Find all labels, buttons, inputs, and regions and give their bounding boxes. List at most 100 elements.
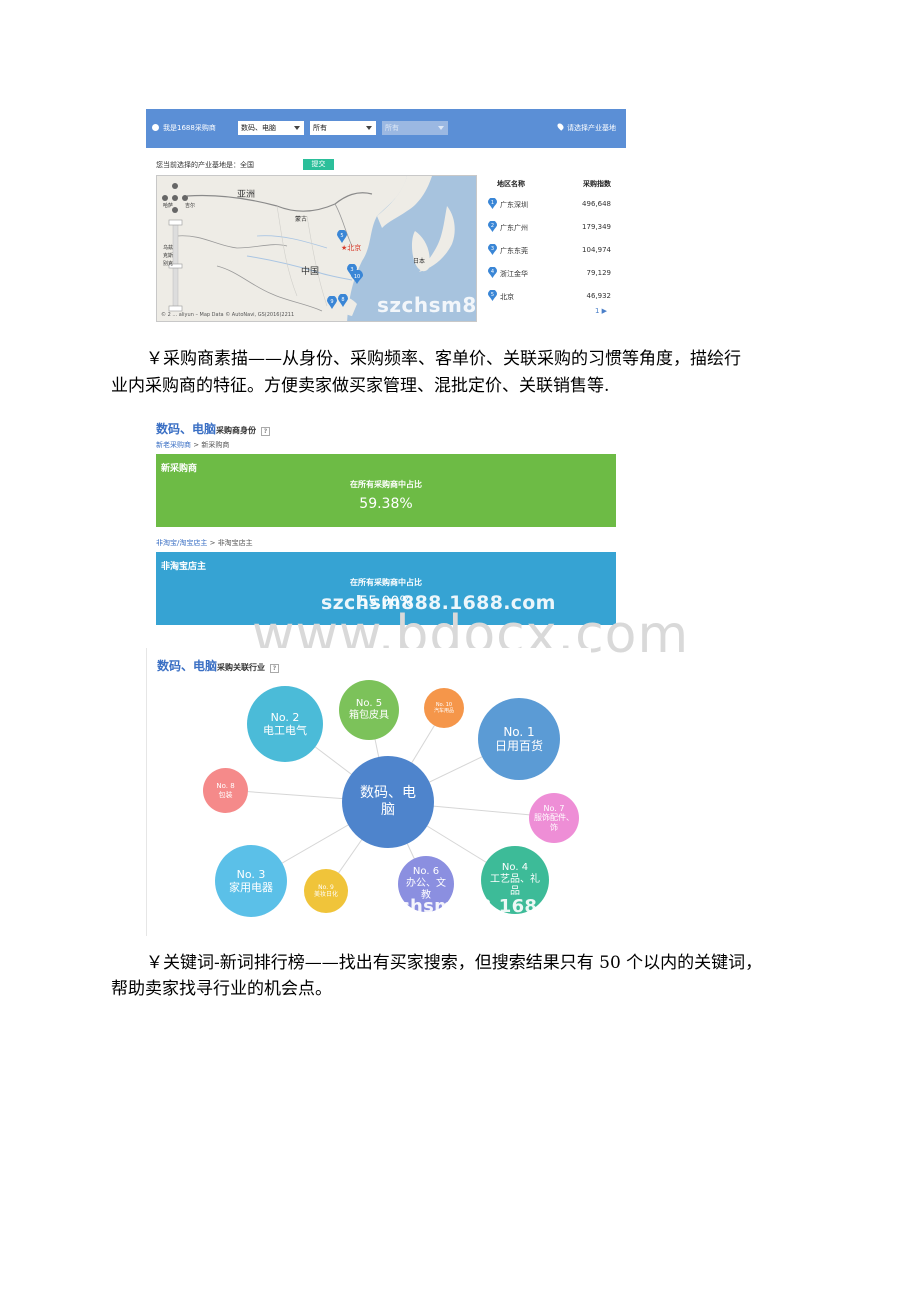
buyer-label: 我是1688采购商 (163, 124, 216, 132)
location-pin-icon: 5 (488, 290, 497, 301)
rank-no: 5 (491, 292, 494, 298)
industry-bubble[interactable]: No. 9 美妆日化 (304, 869, 348, 913)
rank-header-index: 采购指数 (583, 180, 611, 188)
industry-bubble[interactable]: No. 3 家用电器 (215, 845, 287, 917)
map-label-left5: 别克 (163, 261, 174, 267)
industry-bubble[interactable]: No. 1 日用百货 (478, 698, 560, 780)
industry-bubble[interactable]: No. 7 服饰配件、饰 (529, 793, 579, 843)
rank-no: 4 (491, 269, 494, 275)
current-region-label: 您当前选择的产业基地是：全国 (156, 161, 254, 169)
pager[interactable]: 1 ▶ (595, 307, 607, 315)
map-label-left3: 乌兹 (163, 245, 174, 251)
rank-value: 79,129 (586, 269, 612, 277)
bubble-rank: No. 8 (216, 782, 235, 791)
rank-region: 广东广州 (500, 224, 528, 232)
related-industries-panel: 数码、电脑采购关联行业? 数码、电脑 No. 1 日用百货 No. 2 电工电气 N… (146, 648, 591, 936)
choose-region-link[interactable]: 请选择产业基地 (556, 122, 616, 133)
industry-bubble[interactable]: No. 10 汽车用品 (424, 688, 464, 728)
center-bubble[interactable]: 数码、电脑 (342, 756, 434, 848)
choose-region-label: 请选择产业基地 (567, 124, 616, 132)
bubble-name: 日用百货 (494, 739, 543, 753)
bubble-rank: No. 1 (503, 724, 535, 739)
subcategory-select-value: 所有 (313, 124, 327, 132)
location-pin-icon: 2 (488, 221, 497, 232)
map-label-asia: 亚洲 (237, 190, 256, 200)
rank-region: 广东深圳 (500, 201, 528, 209)
breadcrumb: 新老采购商 > 新采购商 (156, 440, 229, 450)
bubble-name: 汽车用品 (433, 708, 454, 714)
submit-button[interactable]: 提交 (303, 159, 334, 170)
bubble-name: 家用电器 (229, 881, 273, 894)
map-marker-pin-icon[interactable]: 5 (337, 230, 347, 243)
rank-row[interactable]: 5 北京 46,932 (487, 290, 617, 304)
stat-value: 59.38% (359, 496, 413, 512)
map-label-left2: 吉尔 (185, 203, 196, 209)
chevron-down-icon (438, 126, 444, 130)
rank-region: 广东东莞 (500, 247, 528, 255)
bubble-name: 箱包皮具 (349, 710, 389, 721)
rank-row[interactable]: 1 广东深圳 496,648 (487, 198, 617, 212)
breadcrumb: 非淘宝/淘宝店主 > 非淘宝店主 (156, 538, 253, 548)
region-map[interactable]: 亚洲 蒙古 中国 日本 哈萨 吉尔 乌兹 克斯 别克 ★北京 5 3 10 9 … (156, 175, 477, 322)
marker-label: 9 (330, 299, 333, 305)
buyer-identity-panel: 数码、电脑采购商身份? 新老采购商 > 新采购商 新采购商 在所有采购商中占比 … (148, 414, 618, 629)
map-label-beijing: 北京 (347, 244, 362, 252)
paragraph-1-line-1: ￥采购商素描——从身份、采购频率、客单价、关联采购的习惯等角度，描绘行 (146, 349, 741, 369)
map-attribution: © 2 ... aliyun – Map Data © AutoNavi, GS… (161, 312, 295, 318)
industry-map-panel: 我是1688采购商 数码、电脑 所有 所有 请选择产业基地 您当前选择的产业基地… (146, 109, 626, 322)
beijing-marker[interactable]: ★北京 (341, 243, 361, 253)
section-title-sub: 采购商身份 (216, 426, 257, 435)
help-icon[interactable]: ? (261, 427, 271, 436)
rank-row[interactable]: 4 浙江金华 79,129 (487, 267, 617, 281)
location-pin-icon: 4 (488, 267, 497, 278)
watermark: szchsm88 (377, 293, 477, 317)
industry-bubble[interactable]: No. 5 箱包皮具 (339, 680, 399, 740)
chevron-down-icon (366, 126, 372, 130)
stat-name: 非淘宝店主 (161, 562, 207, 572)
breadcrumb-separator: > (207, 539, 218, 547)
filter-bar: 我是1688采购商 数码、电脑 所有 所有 请选择产业基地 (146, 109, 626, 148)
bubble-rank: No. 4 (501, 862, 529, 873)
map-marker-pin-icon[interactable]: 9 (327, 296, 337, 309)
marker-label: 8 (341, 297, 344, 303)
bubble-name: 服饰配件、饰 (534, 813, 574, 832)
bubble-rank: No. 5 (355, 698, 383, 709)
bubble-name: 美妆日化 (313, 891, 338, 898)
stat-caption: 在所有采购商中占比 (350, 480, 422, 489)
map-label-japan: 日本 (413, 258, 426, 265)
user-icon (152, 124, 159, 131)
breadcrumb-link[interactable]: 非淘宝/淘宝店主 (156, 539, 207, 547)
industry-bubble[interactable]: No. 2 电工电气 (247, 686, 323, 762)
marker-label: 10 (354, 274, 360, 280)
paragraph-1-line-2: 业内采购商的特征。方便卖家做买家管理、混批定价、关联销售等. (111, 376, 610, 396)
category-select[interactable]: 数码、电脑 (238, 121, 304, 135)
rank-no: 2 (491, 223, 494, 229)
industry-bubble[interactable]: No. 8 包装 (203, 768, 248, 813)
bubble-rank: No. 9 (318, 883, 334, 891)
rank-region: 北京 (500, 293, 514, 301)
bubble-rank: No. 3 (236, 867, 266, 881)
map-label-left4: 克斯 (163, 253, 174, 259)
breadcrumb-link[interactable]: 新老采购商 (156, 441, 191, 449)
rank-header-region: 地区名称 (497, 180, 525, 188)
category-select-value: 数码、电脑 (241, 124, 276, 132)
bubble-name: 电工电气 (263, 724, 307, 737)
bubble-rank: No. 7 (543, 803, 565, 813)
rank-row[interactable]: 3 广东东莞 104,974 (487, 244, 617, 258)
rank-value: 496,648 (582, 200, 611, 208)
marker-label: 5 (340, 233, 343, 239)
buyer-identity[interactable]: 我是1688采购商 (152, 123, 216, 133)
breadcrumb-separator: > (191, 441, 202, 449)
stat-caption: 在所有采购商中占比 (350, 578, 422, 587)
subcategory-select[interactable]: 所有 (310, 121, 376, 135)
map-marker-pin-icon[interactable]: 10 (351, 270, 363, 284)
rank-row[interactable]: 2 广东广州 179,349 (487, 221, 617, 235)
stat-name: 新采购商 (161, 464, 198, 474)
location-pin-icon (556, 122, 565, 131)
third-select-value: 所有 (385, 124, 399, 132)
map-marker-pin-icon[interactable]: 8 (338, 294, 348, 307)
third-category-select[interactable]: 所有 (382, 121, 448, 135)
new-buyer-stat: 新采购商 在所有采购商中占比 59.38% (156, 454, 616, 527)
map-label-mongolia: 蒙古 (295, 216, 308, 223)
rank-region: 浙江金华 (500, 270, 528, 278)
